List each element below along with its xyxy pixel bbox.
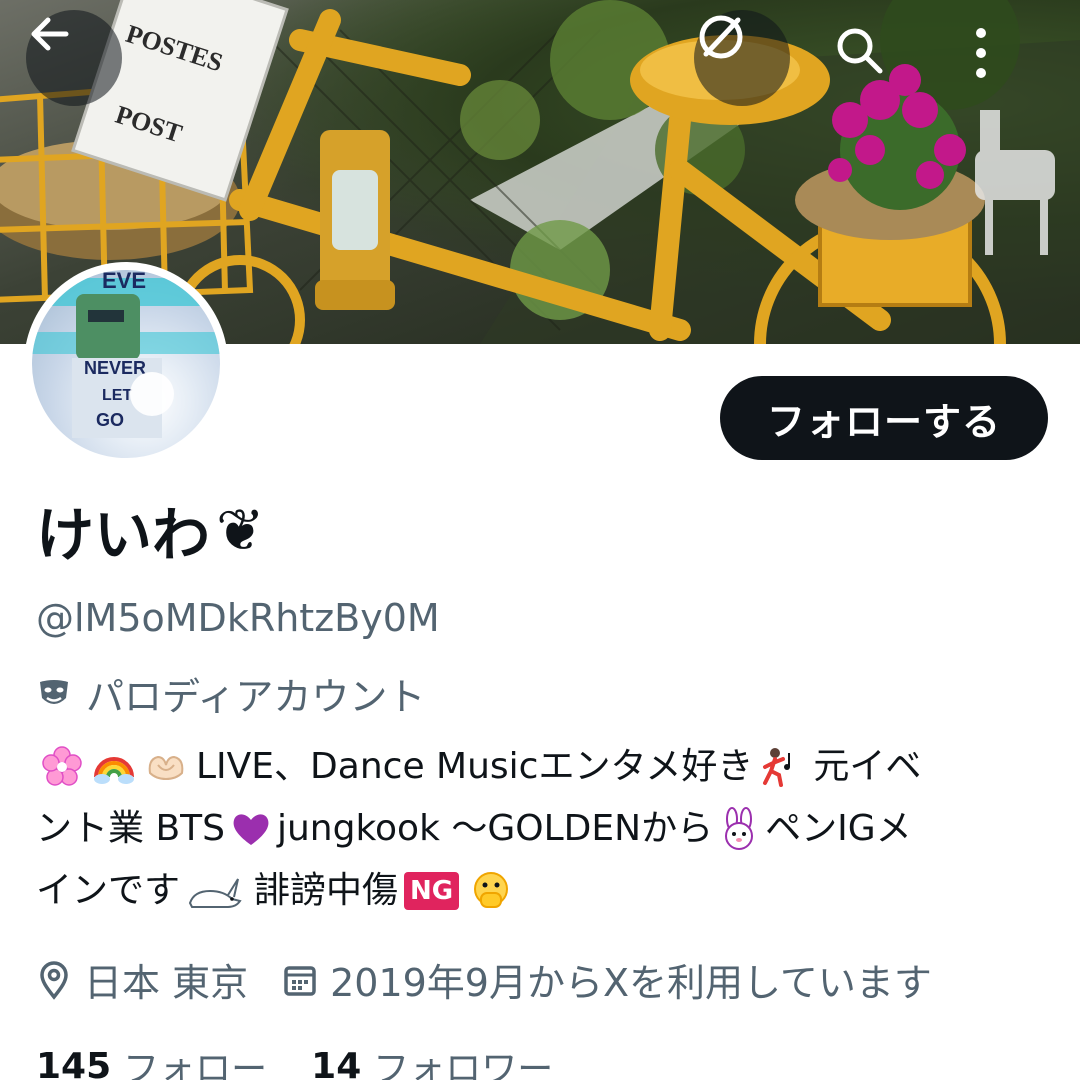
bio-line-3-text-2: 誹謗中傷 bbox=[254, 870, 399, 911]
face-with-open-eyes-hand-over-mouth-icon bbox=[474, 872, 509, 908]
display-name-text: けいわ bbox=[36, 501, 211, 569]
avatar-image: EVE NEVER LET GO bbox=[32, 270, 220, 458]
profile-meta: 日本 東京 2019年9月からXを利用しています bbox=[36, 952, 966, 1007]
user-handle: @lM5oMDkRhtzBy0M bbox=[36, 596, 440, 640]
follow-button[interactable]: フォローする bbox=[720, 376, 1048, 460]
profile-bio: LIVE、Dance Musicエンタメ好き 元イベ ント業 BTS jungk… bbox=[36, 736, 1036, 922]
following-label: フォロー bbox=[123, 1049, 268, 1080]
avatar[interactable]: EVE NEVER LET GO bbox=[24, 262, 228, 466]
rabbit-face-icon bbox=[725, 807, 754, 850]
sakura-icon bbox=[42, 746, 82, 786]
calendar-icon bbox=[284, 965, 316, 996]
avatar-text-top: EVE bbox=[102, 270, 146, 293]
dancing-man-icon bbox=[763, 748, 791, 787]
followers-link[interactable]: 14 フォロワー bbox=[311, 1040, 553, 1080]
bio-line-1: LIVE、Dance Musicエンタメ好き 元イベ bbox=[36, 736, 1036, 798]
bio-line-1-text: LIVE、Dance Musicエンタメ好き bbox=[196, 746, 754, 787]
bio-line-2-text-2: jungkook 〜GOLDENから bbox=[276, 808, 714, 849]
rabbit-icon bbox=[188, 878, 242, 908]
display-name: けいわ ❦ bbox=[36, 488, 265, 572]
ng-badge: NG bbox=[404, 872, 460, 910]
avatar-text-mid: NEVER bbox=[84, 358, 146, 378]
following-count: 145 bbox=[36, 1045, 112, 1080]
followers-count: 14 bbox=[311, 1045, 362, 1080]
bio-line-3-text: インです bbox=[36, 870, 181, 911]
bio-line-2-text: ント業 BTS bbox=[36, 808, 225, 849]
rainbow-icon bbox=[94, 757, 134, 784]
grok-icon bbox=[699, 15, 743, 59]
parody-label: パロディアカウント bbox=[36, 666, 425, 721]
display-name-emoji: ❦ bbox=[216, 496, 265, 564]
location: 日本 東京 bbox=[36, 952, 248, 1007]
following-link[interactable]: 145 フォロー bbox=[36, 1040, 267, 1080]
avatar-text-low: LET bbox=[102, 387, 132, 404]
more-vertical-icon bbox=[976, 28, 986, 78]
bio-line-2-text-3: ペンIGメ bbox=[765, 808, 912, 849]
avatar-text-bottom: GO bbox=[96, 410, 124, 430]
search-button[interactable] bbox=[832, 23, 902, 93]
location-text: 日本 東京 bbox=[84, 961, 249, 1005]
follow-counts: 145 フォロー 14 フォロワー bbox=[36, 1040, 597, 1080]
arrow-left-icon bbox=[31, 17, 69, 51]
more-button[interactable] bbox=[966, 23, 1036, 93]
parody-label-text: パロディアカウント bbox=[86, 675, 426, 719]
bio-line-2: ント業 BTS jungkook 〜GOLDENから ペンIGメ bbox=[36, 798, 1036, 860]
location-pin-icon bbox=[40, 960, 68, 1000]
join-date: 2019年9月からXを利用しています bbox=[282, 952, 932, 1007]
bio-line-3: インです 誹謗中傷 NG bbox=[36, 860, 1036, 922]
back-button[interactable] bbox=[26, 10, 122, 106]
theater-mask-icon bbox=[40, 679, 68, 704]
heart-hands-icon bbox=[148, 755, 184, 781]
search-icon bbox=[837, 28, 883, 74]
purple-heart-icon bbox=[233, 814, 269, 845]
bio-line-1-text-2: 元イベ bbox=[813, 746, 922, 787]
followers-label: フォロワー bbox=[373, 1049, 554, 1080]
join-date-text: 2019年9月からXを利用しています bbox=[330, 961, 932, 1005]
grok-button[interactable] bbox=[694, 10, 790, 106]
